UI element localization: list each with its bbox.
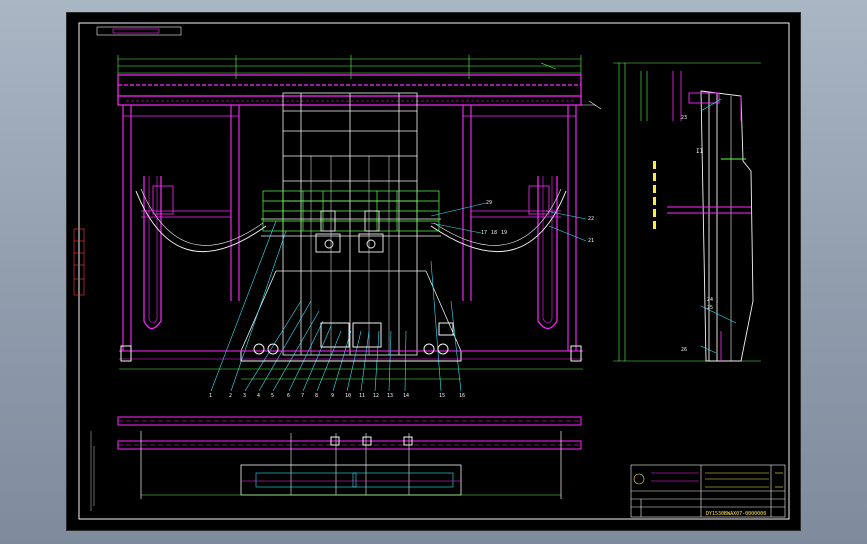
- callout-number: 29: [486, 200, 492, 206]
- callout-number: 25: [707, 305, 713, 311]
- side-dimensions: [613, 62, 761, 362]
- plan-view: [117, 416, 582, 499]
- left-chain-loop: [143, 176, 162, 330]
- callout-number: 11: [359, 393, 365, 399]
- right-chain-loop: [537, 176, 558, 330]
- title-block: [630, 464, 786, 518]
- callout-number: 6: [287, 393, 290, 399]
- side-columns: [122, 105, 577, 351]
- drawing-sheet: 1 2 3 4 5 6 7 8 9 10 11 12 13 14 15 16 29 17 18 19 22 21: [66, 12, 801, 531]
- left-note-text: [90, 431, 95, 511]
- callout-number: 21: [588, 238, 594, 244]
- callout-number: 8: [315, 393, 318, 399]
- callout-number: 5: [271, 393, 274, 399]
- top-beam: [117, 74, 602, 110]
- callout-number: 12: [373, 393, 379, 399]
- callout-number: 24: [707, 297, 713, 303]
- callout-number: 10: [345, 393, 351, 399]
- callout-number: 22: [588, 216, 594, 222]
- top-left-stamp: [96, 26, 182, 36]
- drawing-number: DY1530BWAX07-0000000: [706, 511, 766, 517]
- catenary-cables: [135, 188, 567, 252]
- callout-number: 19: [501, 230, 507, 236]
- callout-number: 7: [301, 393, 304, 399]
- callout-number: 26: [681, 347, 687, 353]
- side-elevation-view: 23 24 25 26 II: [613, 62, 761, 362]
- hoist-units: [315, 210, 384, 253]
- callout-number: 3: [243, 393, 246, 399]
- cable-support-frames: [141, 185, 561, 218]
- central-tower: [240, 92, 462, 356]
- cad-viewport[interactable]: 1 2 3 4 5 6 7 8 9 10 11 12 13 14 15 16 29 17 18 19 22 21: [0, 0, 867, 544]
- main-callouts: 1 2 3 4 5 6 7 8 9 10 11 12 13 14 15 16: [209, 393, 465, 399]
- callout-number: 14: [403, 393, 409, 399]
- callout-number: 2: [229, 393, 232, 399]
- callout-number: 18: [491, 230, 497, 236]
- main-elevation-view: 1 2 3 4 5 6 7 8 9 10 11 12 13 14 15 16 2917 18 192221: [117, 55, 602, 399]
- callout-number: 9: [331, 393, 334, 399]
- side-mast: [667, 90, 754, 362]
- callout-number: 15: [439, 393, 445, 399]
- cad-drawing: 1 2 3 4 5 6 7 8 9 10 11 12 13 14 15 16 2917 18 192221: [73, 22, 790, 520]
- callout-number: 17: [481, 230, 487, 236]
- callout-number: 23: [681, 115, 687, 121]
- callout-number: 16: [459, 393, 465, 399]
- callout-number: 13: [387, 393, 393, 399]
- callout-number: 4: [257, 393, 260, 399]
- section-mark: II: [696, 148, 704, 155]
- platform-rails: [262, 190, 440, 232]
- sheet-inner-border: [78, 22, 790, 520]
- side-yellow-markers: [653, 161, 656, 229]
- callout-number: 1: [209, 393, 212, 399]
